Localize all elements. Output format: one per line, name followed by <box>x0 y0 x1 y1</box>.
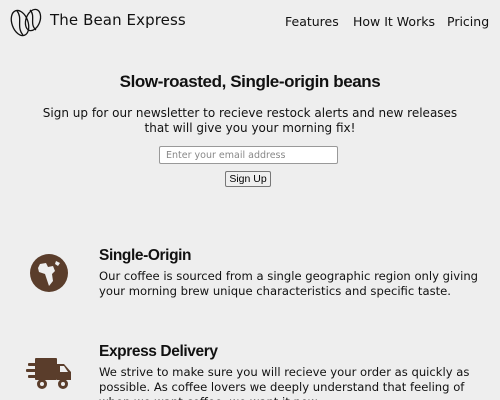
nav-link-how-it-works[interactable]: How It Works <box>353 14 435 29</box>
shipping-fast-icon <box>26 358 71 389</box>
email-input[interactable] <box>159 146 338 164</box>
hero-text: Sign up for our newsletter to recieve re… <box>42 106 458 135</box>
brand-name[interactable]: The Bean Express <box>50 11 186 29</box>
feature-express-delivery: Express Delivery We strive to make sure … <box>0 340 500 400</box>
feature-title: Express Delivery <box>99 343 218 360</box>
nav-link-features[interactable]: Features <box>285 14 339 29</box>
globe-africa-icon <box>30 254 68 292</box>
feature-text: Our coffee is sourced from a single geog… <box>99 269 479 298</box>
signup-button[interactable]: Sign Up <box>225 171 271 187</box>
landing-page: The Bean Express Features How It Works P… <box>0 0 500 400</box>
hero-title: Slow-roasted, Single-origin beans <box>119 72 381 91</box>
feature-title: Single-Origin <box>99 247 192 264</box>
nav-link-pricing[interactable]: Pricing <box>447 14 489 29</box>
header: The Bean Express Features How It Works P… <box>0 0 500 44</box>
feature-text: We strive to make sure you will recieve … <box>99 365 470 400</box>
feature-single-origin: Single-Origin Our coffee is sourced from… <box>0 244 500 314</box>
coffee-beans-logo-icon[interactable] <box>7 3 45 41</box>
